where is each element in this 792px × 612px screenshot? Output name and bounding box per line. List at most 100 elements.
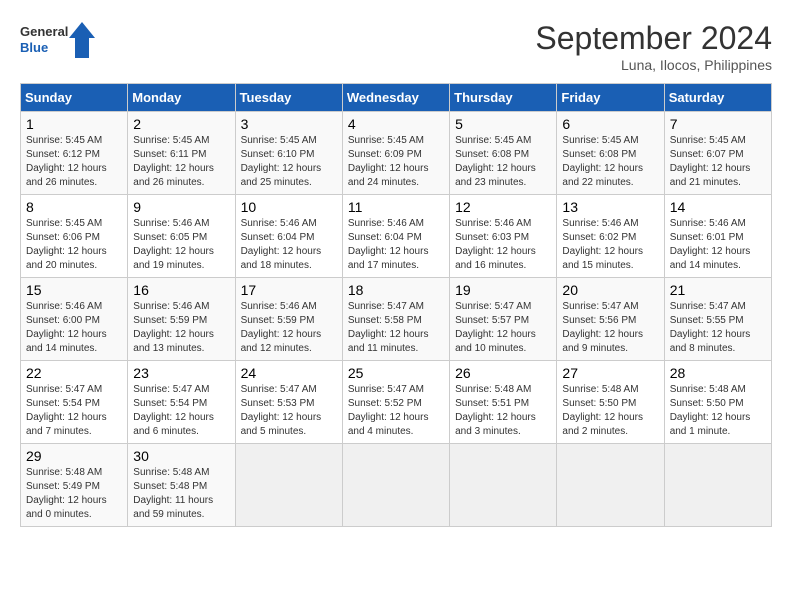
day-number: 25 [348,365,444,381]
day-info: Sunrise: 5:45 AMSunset: 6:10 PMDaylight:… [241,134,337,190]
day-info: Sunrise: 5:47 AMSunset: 5:52 PMDaylight:… [348,383,444,439]
table-cell: 14 Sunrise: 5:46 AMSunset: 6:01 PMDayligh… [664,195,771,278]
day-number: 22 [26,365,122,381]
page-header: General Blue September 2024 Luna, Ilocos… [20,20,772,73]
day-info: Sunrise: 5:46 AMSunset: 6:04 PMDaylight:… [241,217,337,273]
table-cell [235,444,342,527]
day-info: Sunrise: 5:46 AMSunset: 5:59 PMDaylight:… [241,300,337,356]
col-thursday: Thursday [450,84,557,112]
day-number: 18 [348,282,444,298]
table-cell: 4 Sunrise: 5:45 AMSunset: 6:09 PMDaylight… [342,112,449,195]
table-cell: 23 Sunrise: 5:47 AMSunset: 5:54 PMDayligh… [128,361,235,444]
calendar-row: 29Sunrise: 5:48 AMSunset: 5:49 PMDayligh… [21,444,772,527]
table-cell: 16 Sunrise: 5:46 AMSunset: 5:59 PMDayligh… [128,278,235,361]
table-cell: 21Sunrise: 5:47 AMSunset: 5:55 PMDayligh… [664,278,771,361]
day-info: Sunrise: 5:47 AMSunset: 5:58 PMDaylight:… [348,300,444,356]
day-number: 23 [133,365,229,381]
day-number: 28 [670,365,766,381]
day-number: 26 [455,365,551,381]
day-info: Sunrise: 5:47 AMSunset: 5:53 PMDaylight:… [241,383,337,439]
table-cell: 17Sunrise: 5:46 AMSunset: 5:59 PMDayligh… [235,278,342,361]
table-cell [664,444,771,527]
table-cell: 2 Sunrise: 5:45 AMSunset: 6:11 PMDaylight… [128,112,235,195]
location: Luna, Ilocos, Philippines [535,57,772,73]
day-number: 13 [562,199,658,215]
table-cell: 1Sunrise: 5:45 AMSunset: 6:12 PMDaylight… [21,112,128,195]
table-cell: 12 Sunrise: 5:46 AMSunset: 6:03 PMDayligh… [450,195,557,278]
day-info: Sunrise: 5:46 AMSunset: 5:59 PMDaylight:… [133,300,229,356]
calendar-row: 8 Sunrise: 5:45 AMSunset: 6:06 PMDaylight… [21,195,772,278]
col-saturday: Saturday [664,84,771,112]
calendar-row: 1Sunrise: 5:45 AMSunset: 6:12 PMDaylight… [21,112,772,195]
day-info: Sunrise: 5:46 AMSunset: 6:05 PMDaylight:… [133,217,229,273]
day-number: 7 [670,116,766,132]
day-info: Sunrise: 5:48 AMSunset: 5:50 PMDaylight:… [562,383,658,439]
day-info: Sunrise: 5:45 AMSunset: 6:09 PMDaylight:… [348,134,444,190]
svg-text:General: General [20,24,68,39]
table-cell: 18 Sunrise: 5:47 AMSunset: 5:58 PMDayligh… [342,278,449,361]
table-cell: 9 Sunrise: 5:46 AMSunset: 6:05 PMDaylight… [128,195,235,278]
table-cell: 30 Sunrise: 5:48 AMSunset: 5:48 PMDayligh… [128,444,235,527]
svg-text:Blue: Blue [20,40,48,55]
table-cell [450,444,557,527]
table-cell: 27 Sunrise: 5:48 AMSunset: 5:50 PMDayligh… [557,361,664,444]
table-cell: 20 Sunrise: 5:47 AMSunset: 5:56 PMDayligh… [557,278,664,361]
day-number: 20 [562,282,658,298]
table-cell: 3 Sunrise: 5:45 AMSunset: 6:10 PMDaylight… [235,112,342,195]
day-info: Sunrise: 5:45 AMSunset: 6:07 PMDaylight:… [670,134,766,190]
title-block: September 2024 Luna, Ilocos, Philippines [535,20,772,73]
day-number: 2 [133,116,229,132]
col-tuesday: Tuesday [235,84,342,112]
day-info: Sunrise: 5:46 AMSunset: 6:01 PMDaylight:… [670,217,766,273]
logo: General Blue [20,20,100,60]
logo-svg: General Blue [20,20,100,60]
day-number: 21 [670,282,766,298]
day-number: 29 [26,448,122,464]
day-number: 27 [562,365,658,381]
calendar-table: Sunday Monday Tuesday Wednesday Thursday… [20,83,772,527]
calendar-row: 22 Sunrise: 5:47 AMSunset: 5:54 PMDayligh… [21,361,772,444]
table-cell: 7 Sunrise: 5:45 AMSunset: 6:07 PMDaylight… [664,112,771,195]
day-number: 5 [455,116,551,132]
day-number: 14 [670,199,766,215]
day-number: 3 [241,116,337,132]
day-number: 24 [241,365,337,381]
table-cell: 8 Sunrise: 5:45 AMSunset: 6:06 PMDaylight… [21,195,128,278]
col-monday: Monday [128,84,235,112]
day-info: Sunrise: 5:47 AMSunset: 5:54 PMDaylight:… [26,383,122,439]
day-info: Sunrise: 5:45 AMSunset: 6:06 PMDaylight:… [26,217,122,273]
table-cell: 19 Sunrise: 5:47 AMSunset: 5:57 PMDayligh… [450,278,557,361]
day-info: Sunrise: 5:47 AMSunset: 5:57 PMDaylight:… [455,300,551,356]
day-number: 9 [133,199,229,215]
header-row: Sunday Monday Tuesday Wednesday Thursday… [21,84,772,112]
table-cell: 13 Sunrise: 5:46 AMSunset: 6:02 PMDayligh… [557,195,664,278]
day-number: 11 [348,199,444,215]
day-number: 8 [26,199,122,215]
day-info: Sunrise: 5:46 AMSunset: 6:03 PMDaylight:… [455,217,551,273]
table-cell: 15Sunrise: 5:46 AMSunset: 6:00 PMDayligh… [21,278,128,361]
table-cell: 5Sunrise: 5:45 AMSunset: 6:08 PMDaylight… [450,112,557,195]
day-info: Sunrise: 5:48 AMSunset: 5:48 PMDaylight:… [133,466,229,522]
table-cell: 26 Sunrise: 5:48 AMSunset: 5:51 PMDayligh… [450,361,557,444]
table-cell: 11Sunrise: 5:46 AMSunset: 6:04 PMDayligh… [342,195,449,278]
day-info: Sunrise: 5:48 AMSunset: 5:50 PMDaylight:… [670,383,766,439]
table-cell: 28 Sunrise: 5:48 AMSunset: 5:50 PMDayligh… [664,361,771,444]
day-number: 12 [455,199,551,215]
day-info: Sunrise: 5:45 AMSunset: 6:11 PMDaylight:… [133,134,229,190]
day-number: 16 [133,282,229,298]
month-title: September 2024 [535,20,772,57]
day-info: Sunrise: 5:47 AMSunset: 5:54 PMDaylight:… [133,383,229,439]
day-info: Sunrise: 5:45 AMSunset: 6:08 PMDaylight:… [562,134,658,190]
day-number: 19 [455,282,551,298]
day-info: Sunrise: 5:48 AMSunset: 5:51 PMDaylight:… [455,383,551,439]
table-cell: 24 Sunrise: 5:47 AMSunset: 5:53 PMDayligh… [235,361,342,444]
calendar-row: 15Sunrise: 5:46 AMSunset: 6:00 PMDayligh… [21,278,772,361]
day-info: Sunrise: 5:46 AMSunset: 6:02 PMDaylight:… [562,217,658,273]
table-cell: 6Sunrise: 5:45 AMSunset: 6:08 PMDaylight… [557,112,664,195]
day-number: 30 [133,448,229,464]
day-number: 4 [348,116,444,132]
table-cell: 10 Sunrise: 5:46 AMSunset: 6:04 PMDayligh… [235,195,342,278]
col-wednesday: Wednesday [342,84,449,112]
day-number: 10 [241,199,337,215]
day-info: Sunrise: 5:47 AMSunset: 5:56 PMDaylight:… [562,300,658,356]
